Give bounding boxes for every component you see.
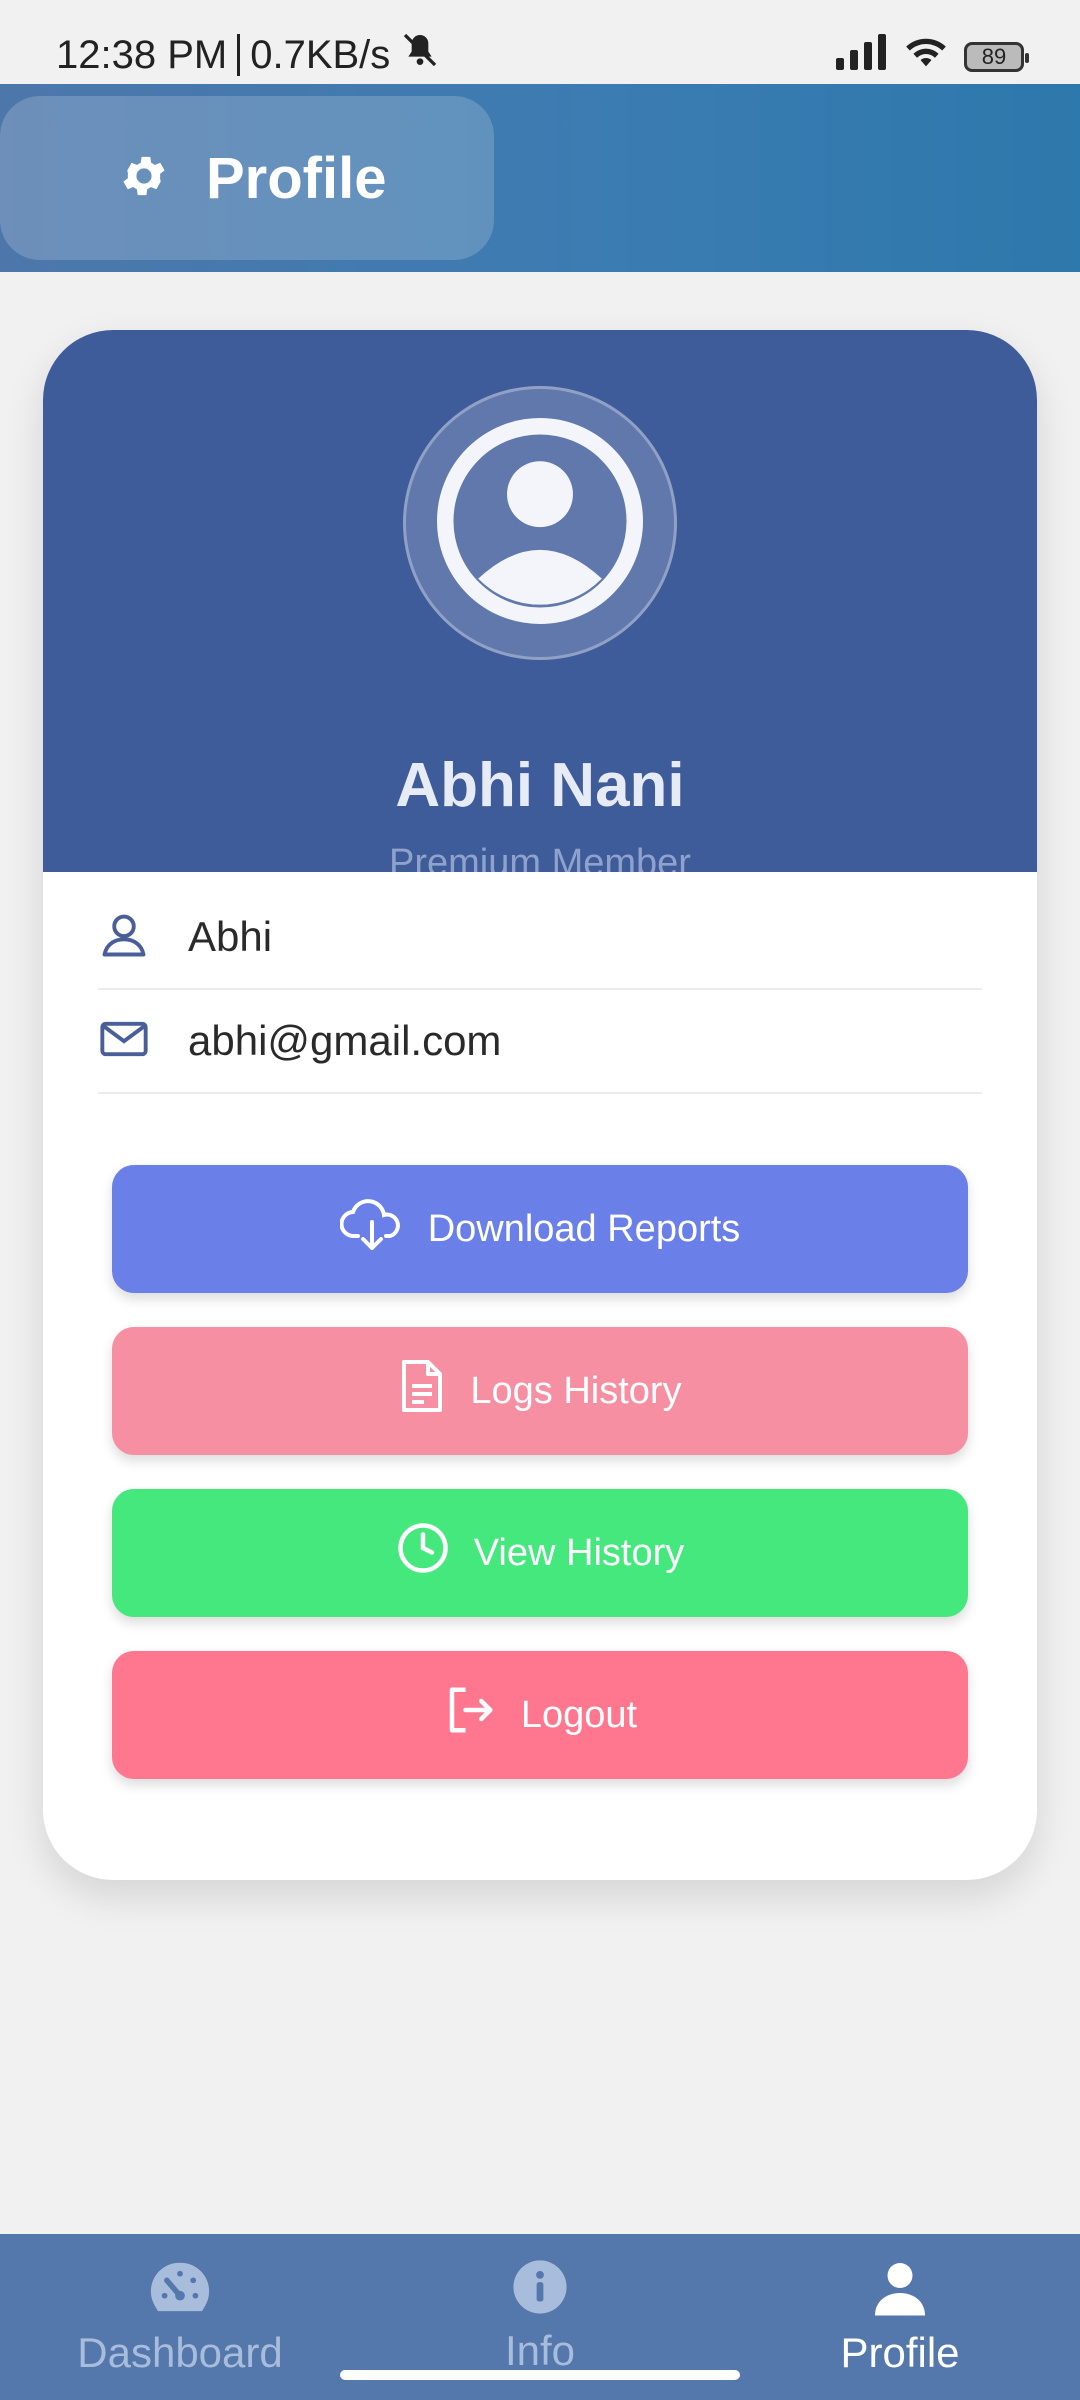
- nav-label-profile: Profile: [840, 2329, 960, 2376]
- gear-icon[interactable]: [118, 150, 170, 207]
- status-network-speed: 0.7KB/s: [250, 32, 391, 77]
- view-history-label: View History: [473, 1531, 685, 1574]
- speedometer-icon: [147, 2258, 213, 2323]
- status-right: 89: [836, 34, 1029, 80]
- download-reports-button[interactable]: Download Reports: [112, 1165, 968, 1293]
- download-reports-label: Download Reports: [427, 1207, 741, 1250]
- logs-history-button[interactable]: Logs History: [112, 1327, 968, 1455]
- email-row: abhi@gmail.com: [98, 990, 982, 1094]
- nav-label-info: Info: [504, 2327, 576, 2374]
- status-divider: [237, 34, 241, 76]
- profile-membership: Premium Member: [389, 842, 691, 872]
- home-indicator[interactable]: [340, 2370, 740, 2380]
- document-icon: [398, 1358, 446, 1424]
- person-icon: [870, 2258, 930, 2323]
- status-bar: 12:38 PM 0.7KB/s 89: [0, 0, 1080, 84]
- battery-icon: 89: [964, 42, 1029, 72]
- nav-item-dashboard[interactable]: Dashboard: [0, 2234, 360, 2400]
- profile-card: Abhi Nani Premium Member Abhi abhi@gmail…: [43, 330, 1037, 1880]
- profile-name: Abhi Nani: [395, 751, 685, 820]
- wifi-icon: [904, 34, 948, 80]
- battery-level: 89: [981, 44, 1007, 69]
- nav-label-dashboard: Dashboard: [77, 2329, 283, 2376]
- app-header: Profile: [0, 84, 1080, 272]
- person-outline-icon: [98, 909, 150, 966]
- info-icon: [511, 2258, 569, 2321]
- view-history-button[interactable]: View History: [112, 1489, 968, 1617]
- logs-history-label: Logs History: [470, 1369, 682, 1412]
- username-value: Abhi: [188, 913, 273, 960]
- username-row: Abhi: [98, 886, 982, 990]
- clock-icon: [396, 1521, 450, 1585]
- cellular-signal-icon: [836, 34, 888, 80]
- logout-button[interactable]: Logout: [112, 1651, 968, 1779]
- header-title-pill: Profile: [0, 96, 494, 260]
- mail-icon: [98, 1013, 150, 1070]
- muted-bell-icon: [400, 30, 440, 80]
- logout-icon: [443, 1683, 497, 1747]
- user-circle-icon: [437, 417, 643, 629]
- logout-label: Logout: [520, 1693, 638, 1736]
- email-value: abhi@gmail.com: [188, 1017, 502, 1064]
- profile-card-header: Abhi Nani Premium Member: [43, 330, 1037, 872]
- status-time: 12:38 PM: [56, 32, 228, 77]
- page-title: Profile: [206, 145, 387, 211]
- status-left: 12:38 PM 0.7KB/s: [56, 30, 440, 80]
- cloud-download-icon: [339, 1194, 404, 1264]
- avatar[interactable]: [403, 386, 677, 660]
- nav-item-profile[interactable]: Profile: [720, 2234, 1080, 2400]
